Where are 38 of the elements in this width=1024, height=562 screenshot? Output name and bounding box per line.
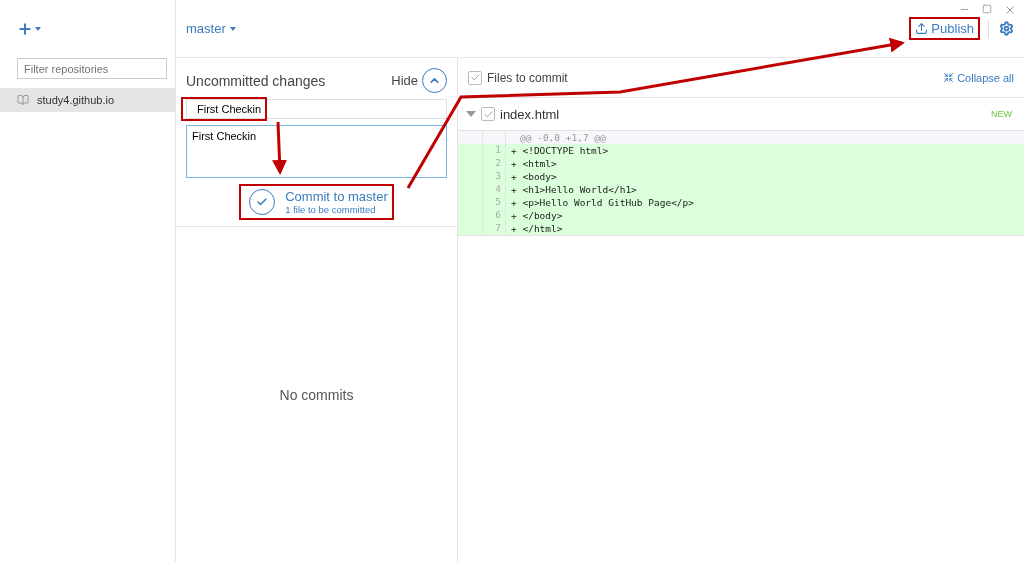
status-label: NEW <box>991 109 1012 119</box>
empty-history-text: No commits <box>279 386 354 403</box>
select-all-checkbox[interactable] <box>468 70 482 85</box>
file-checkbox[interactable] <box>481 107 495 121</box>
code-line: + <h1>Hello World</h1> <box>510 184 637 195</box>
hunk-header: @@ -0,0 +1,7 @@ <box>519 132 606 143</box>
close-icon <box>1004 4 1016 16</box>
settings-button[interactable] <box>999 21 1014 36</box>
collapse-icon <box>943 72 955 83</box>
files-label: Files to commit <box>487 70 569 85</box>
file-name: index.html <box>500 106 561 122</box>
line-number: 7 <box>483 222 506 235</box>
settings-icon <box>999 21 1014 36</box>
code-line: + </html> <box>510 223 563 234</box>
summary-field[interactable]: First Checkin <box>186 99 447 119</box>
check-icon <box>256 196 269 208</box>
code-line: + <html> <box>510 158 557 169</box>
repository-item[interactable]: study4.github.io <box>0 88 175 112</box>
publish-button[interactable]: Publish <box>909 17 980 40</box>
upload-icon <box>915 22 929 35</box>
code-line: + <!DOCTYPE html> <box>510 145 609 156</box>
code-line: + <body> <box>510 171 557 182</box>
close-button[interactable] <box>1004 4 1016 16</box>
maximize-button[interactable] <box>982 4 992 16</box>
book-icon <box>17 94 29 106</box>
collapse-all-button[interactable]: Collapse all <box>943 71 1014 84</box>
code-line: + </body> <box>510 210 563 221</box>
caret-icon[interactable] <box>35 27 41 31</box>
commit-button[interactable]: Commit to master 1 file to be committed <box>239 184 394 220</box>
add-icon[interactable] <box>17 21 33 37</box>
maximize-icon <box>982 4 992 14</box>
caret-icon <box>229 26 236 31</box>
branch-button[interactable]: master <box>186 21 236 36</box>
code-line: + <p>Hello World GitHub Page</p> <box>510 197 695 208</box>
description-field[interactable]: First Checkin <box>186 125 447 178</box>
changes-title: Uncommitted changes <box>186 72 327 89</box>
filter-field[interactable]: Filter repositories <box>17 58 167 79</box>
hide-button[interactable]: Hide <box>391 68 447 93</box>
